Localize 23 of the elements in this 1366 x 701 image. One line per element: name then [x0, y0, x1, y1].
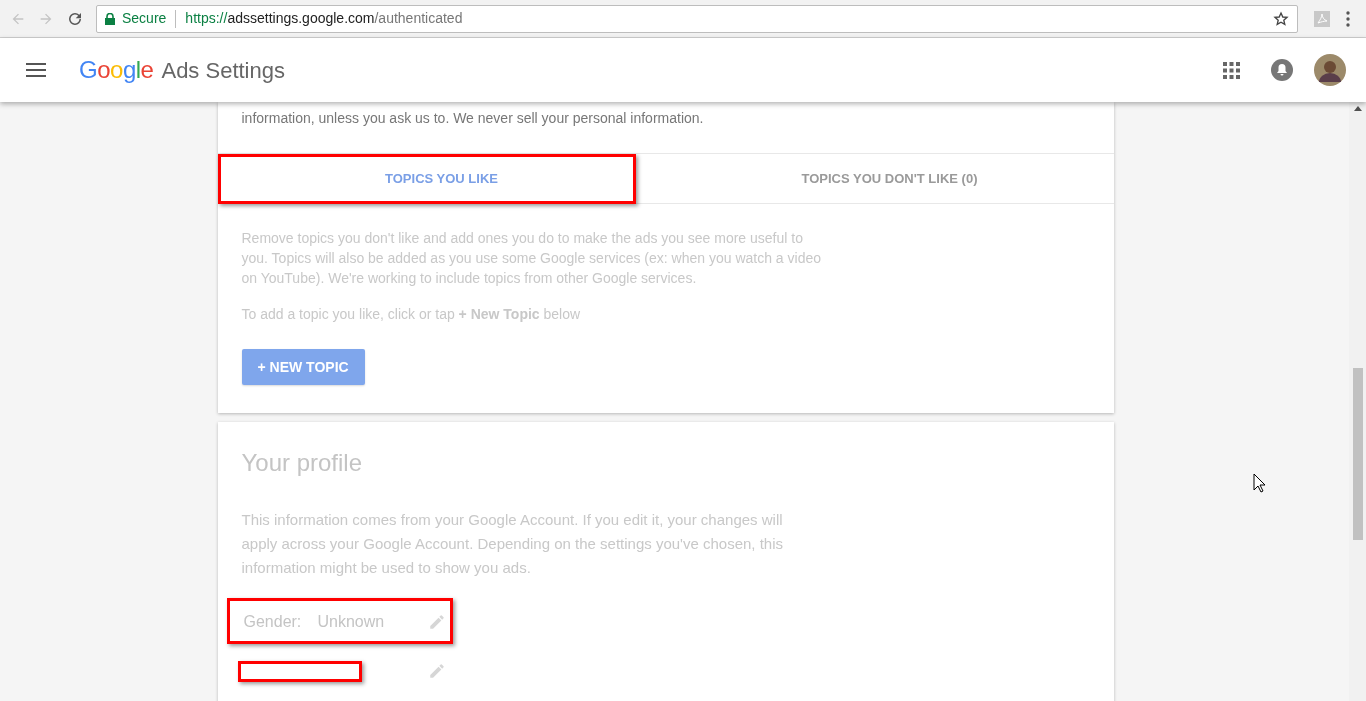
lock-icon — [105, 12, 115, 25]
star-icon[interactable] — [1273, 10, 1289, 27]
avatar[interactable] — [1314, 54, 1346, 86]
google-logo[interactable]: Google — [79, 52, 154, 88]
secure-label: Secure — [122, 9, 167, 28]
scrollbar-thumb[interactable] — [1352, 368, 1363, 540]
apps-grid-icon[interactable] — [1223, 61, 1240, 79]
url-text: https://adssettings.google.com/authenticated — [185, 9, 463, 28]
tab[interactable]: TOPICS YOU LIKE — [217, 154, 666, 203]
scroll-up-icon[interactable] — [1353, 106, 1362, 111]
new-topic-button[interactable]: + NEW TOPIC — [241, 349, 365, 385]
intro-text: information, unless you ask us to. We never sell your personal information. — [240, 109, 705, 128]
bell-icon[interactable] — [1271, 59, 1293, 81]
menu-icon[interactable] — [26, 63, 46, 77]
gender-value: Unknown — [317, 611, 386, 632]
menu-dots-icon[interactable] — [1346, 10, 1350, 27]
address-bar[interactable]: Secure https://adssettings.google.com/authenticated — [96, 4, 1298, 33]
mouse-cursor-icon — [1253, 473, 1266, 493]
gender-label: Gender: — [243, 611, 303, 632]
tab[interactable]: TOPICS YOU DON'T LIKE (0) — [665, 154, 1114, 203]
profile-title: Your profile — [241, 448, 364, 478]
scrollbar[interactable] — [1349, 102, 1366, 701]
page-title: Ads Settings — [161, 56, 285, 85]
